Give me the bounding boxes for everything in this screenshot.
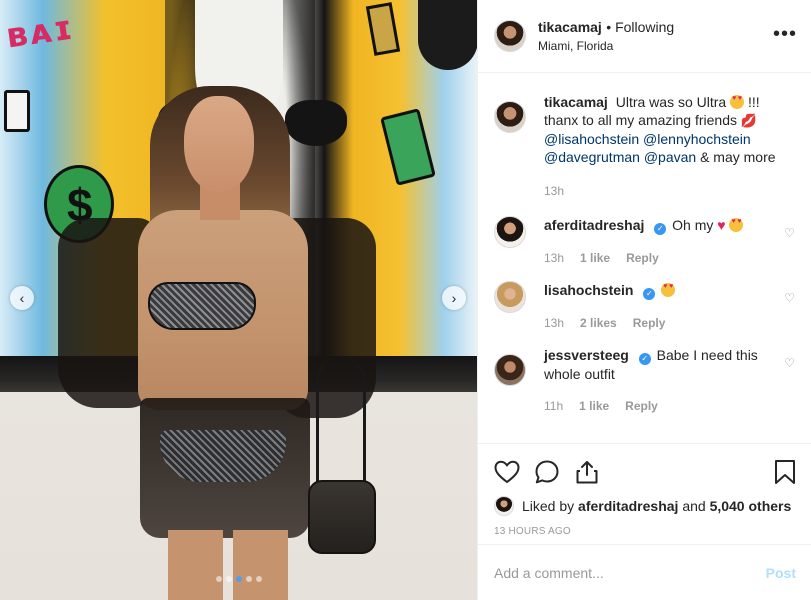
share-button[interactable]: [574, 452, 614, 492]
chevron-left-icon: ‹: [19, 290, 25, 306]
chevron-right-icon: ›: [451, 290, 457, 306]
heart-icon: [494, 460, 520, 484]
add-comment-bar: Post: [478, 544, 811, 600]
post-comment-button[interactable]: Post: [766, 565, 796, 581]
reply-button[interactable]: Reply: [626, 249, 659, 267]
comment-button[interactable]: [534, 452, 574, 492]
woman-face: [184, 96, 254, 192]
bookmark-icon: [775, 460, 795, 484]
avatar[interactable]: [494, 20, 526, 52]
comments-list[interactable]: tikacamaj Ultra was so Ultra !!! thanx t…: [478, 73, 811, 443]
verified-badge-icon: ✓: [654, 223, 667, 235]
comment-likes[interactable]: 1 like: [579, 397, 609, 415]
heart-eyes-emoji-icon: [661, 283, 676, 297]
post-actions: Liked by aferditadreshaj and 5,040 other…: [478, 443, 811, 537]
caption: tikacamaj Ultra was so Ultra !!! thanx t…: [494, 93, 795, 200]
like-comment-heart-icon[interactable]: ♡: [784, 226, 795, 240]
header-username[interactable]: tikacamaj: [538, 19, 602, 35]
comment-item: aferditadreshaj ✓ Oh my ♥ 13h 1 like Rep…: [494, 216, 795, 267]
post-header: tikacamaj • Following Miami, Florida •••: [478, 0, 811, 73]
carousel-dot: [255, 576, 262, 582]
comment-bubble-icon: [535, 460, 559, 484]
carousel-next-button[interactable]: ›: [442, 286, 466, 310]
verified-badge-icon: ✓: [643, 288, 656, 300]
post-side-panel: tikacamaj • Following Miami, Florida •••…: [477, 0, 811, 600]
comment-username[interactable]: jessversteeg: [544, 347, 629, 363]
carousel-dot: [225, 576, 232, 582]
others-likes-link[interactable]: 5,040 others: [710, 498, 792, 514]
post-location[interactable]: Miami, Florida: [538, 37, 674, 55]
avatar[interactable]: [494, 354, 526, 386]
comment-time[interactable]: 11h: [544, 397, 563, 415]
post-photo[interactable]: ʙᴀɪ ‹ ›: [0, 0, 477, 600]
kiss-lips-emoji-icon: 💋: [740, 113, 758, 128]
like-comment-heart-icon[interactable]: ♡: [784, 356, 795, 370]
heart-eyes-emoji-icon: [730, 95, 745, 109]
comment-item: lisahochstein ✓ 13h 2 likes Reply ♡: [494, 281, 795, 332]
more-options-icon[interactable]: •••: [773, 24, 797, 44]
carousel-dot: [215, 576, 222, 582]
comment-likes[interactable]: 1 like: [580, 249, 610, 267]
verified-badge-icon: ✓: [638, 353, 651, 365]
mention-link[interactable]: @davegrutman: [544, 149, 640, 165]
following-status[interactable]: • Following: [606, 19, 674, 35]
handbag: [308, 480, 376, 554]
mention-link[interactable]: @lisahochstein: [544, 131, 639, 147]
caption-username[interactable]: tikacamaj: [544, 94, 608, 110]
post-timestamp[interactable]: 13 HOURS AGO: [494, 526, 796, 537]
comment-time[interactable]: 13h: [544, 182, 564, 200]
red-heart-emoji-icon: ♥: [717, 217, 726, 233]
comment-time[interactable]: 13h: [544, 249, 564, 267]
like-button[interactable]: [494, 452, 534, 492]
comment-username[interactable]: aferditadreshaj: [544, 217, 644, 233]
comment-username[interactable]: lisahochstein: [544, 282, 633, 298]
avatar[interactable]: [494, 216, 526, 248]
carousel-dot: [235, 576, 242, 582]
comment-input[interactable]: [494, 564, 766, 581]
carousel-prev-button[interactable]: ‹: [10, 286, 34, 310]
reply-button[interactable]: Reply: [625, 397, 658, 415]
share-icon: [576, 461, 598, 484]
carousel-dot: [245, 576, 252, 582]
likes-summary: Liked by aferditadreshaj and 5,040 other…: [494, 496, 796, 516]
comment-likes[interactable]: 2 likes: [580, 314, 617, 332]
liker-username[interactable]: aferditadreshaj: [578, 498, 678, 514]
graffiti-mark: ʙᴀɪ: [3, 7, 77, 57]
mention-link[interactable]: @pavan: [644, 149, 696, 165]
instagram-post: ʙᴀɪ ‹ ›: [0, 0, 811, 600]
comment-item: jessversteeg ✓ Babe I need this whole ou…: [494, 346, 795, 415]
reply-button[interactable]: Reply: [633, 314, 666, 332]
avatar[interactable]: [494, 496, 514, 516]
like-comment-heart-icon[interactable]: ♡: [784, 291, 795, 305]
avatar[interactable]: [494, 281, 526, 313]
heart-eyes-emoji-icon: [729, 218, 744, 232]
mention-link[interactable]: @lennyhochstein: [643, 131, 751, 147]
save-button[interactable]: [756, 452, 796, 492]
carousel-indicator: [0, 576, 477, 582]
avatar[interactable]: [494, 101, 526, 133]
comment-time[interactable]: 13h: [544, 314, 564, 332]
